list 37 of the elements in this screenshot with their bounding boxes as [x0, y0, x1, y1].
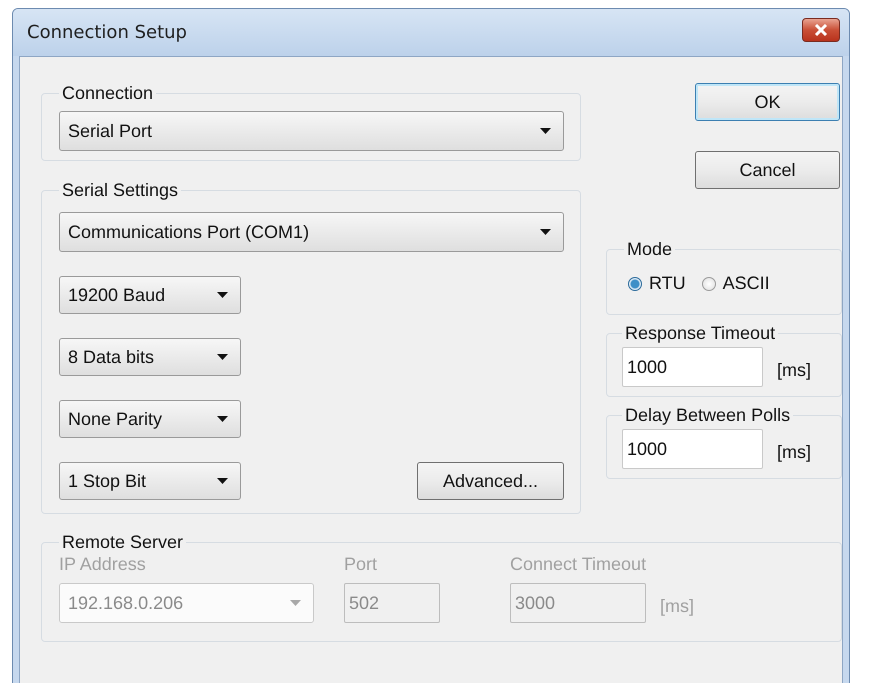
dropdown[interactable]: 19200 Baud: [59, 276, 241, 314]
dropdown[interactable]: Serial Port: [59, 111, 564, 151]
field-label: Connect Timeout: [510, 554, 648, 575]
cancel-button[interactable]: Cancel: [695, 151, 840, 189]
unit-label: [ms]: [660, 596, 694, 616]
unit-label: [ms]: [777, 360, 811, 380]
dropdown-arrow-icon: [540, 128, 551, 134]
close-button[interactable]: [802, 18, 840, 42]
dropdown[interactable]: 1 Stop Bit: [59, 462, 241, 500]
dropdown-arrow-icon: [217, 292, 228, 298]
input-field[interactable]: 1000: [622, 429, 763, 469]
dropdown-arrow-icon: [217, 416, 228, 422]
window-title: Connection Setup: [27, 22, 187, 43]
close-icon: [814, 24, 828, 36]
radio-option[interactable]: RTU: [628, 273, 686, 294]
radio-button[interactable]: [702, 276, 716, 290]
group-label: Remote Server: [61, 532, 184, 552]
group-label: Response Timeout: [624, 323, 776, 343]
group-label: Connection: [61, 83, 154, 103]
field-label: IP Address: [59, 554, 147, 575]
radio-button[interactable]: [628, 276, 642, 290]
dropdown-arrow-icon: [290, 600, 301, 606]
input-field[interactable]: 1000: [622, 347, 763, 387]
ok-button[interactable]: OK: [695, 83, 840, 121]
dropdown-arrow-icon: [217, 478, 228, 484]
dropdown-arrow-icon: [217, 354, 228, 360]
dropdown-arrow-icon: [540, 229, 551, 235]
dropdown[interactable]: None Parity: [59, 400, 241, 438]
field-label: Port: [344, 554, 378, 575]
radio-option[interactable]: ASCII: [702, 273, 770, 294]
group-label: Mode: [626, 239, 674, 259]
group-label: Delay Between Polls: [624, 405, 792, 425]
unit-label: [ms]: [777, 442, 811, 462]
dropdown[interactable]: 8 Data bits: [59, 338, 241, 376]
group-label: Serial Settings: [61, 180, 180, 200]
dropdown[interactable]: Communications Port (COM1): [59, 212, 564, 252]
advanced-button[interactable]: Advanced...: [417, 462, 564, 500]
